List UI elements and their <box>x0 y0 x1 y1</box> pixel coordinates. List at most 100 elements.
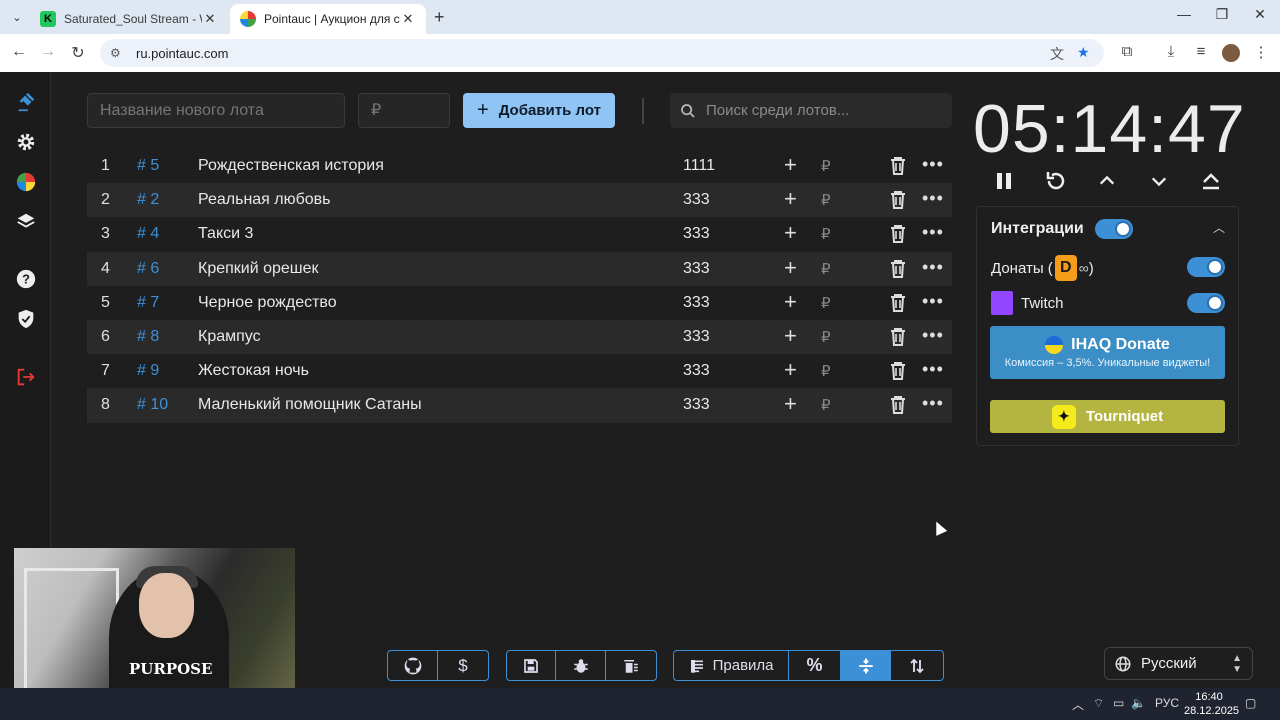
media-icon[interactable]: ≡ <box>1190 43 1212 60</box>
lot-row[interactable]: 6 # 8 Крампус 333 + ₽ ••• <box>87 319 952 355</box>
tourniquet-button[interactable]: ✦ Tourniquet <box>990 400 1225 433</box>
add-amount-icon[interactable]: + <box>784 323 797 349</box>
profile-avatar[interactable] <box>1222 44 1240 62</box>
close-tab-icon[interactable]: ✕ <box>400 11 416 27</box>
sidebar-auction-icon[interactable] <box>12 88 40 116</box>
lot-id-link[interactable]: # 2 <box>137 191 159 209</box>
lot-id-link[interactable]: # 7 <box>137 294 159 312</box>
pause-button[interactable] <box>989 168 1019 194</box>
lot-name[interactable]: Маленький помощник Сатаны <box>198 396 422 414</box>
lot-name[interactable]: Такси 3 <box>198 225 253 243</box>
wifi-icon[interactable]: ⌔ <box>1093 696 1104 711</box>
save-button[interactable] <box>507 651 557 680</box>
new-tab-icon[interactable]: + <box>434 7 445 28</box>
add-amount-icon[interactable]: + <box>784 289 797 315</box>
lot-id-link[interactable]: # 9 <box>137 362 159 380</box>
sidebar-privacy-icon[interactable] <box>12 305 40 333</box>
add-amount-icon[interactable]: + <box>784 357 797 383</box>
delete-lot-button[interactable] <box>890 327 906 351</box>
more-options-icon[interactable]: ••• <box>922 325 944 346</box>
bug-report-button[interactable] <box>556 651 606 680</box>
timer-decrease-button[interactable] <box>1144 168 1174 194</box>
lot-id-link[interactable]: # 8 <box>137 328 159 346</box>
sidebar-help-icon[interactable]: ? <box>12 265 40 293</box>
back-icon[interactable]: ← <box>8 43 30 61</box>
more-options-icon[interactable]: ••• <box>922 257 944 278</box>
lot-row[interactable]: 7 # 9 Жестокая ночь 333 + ₽ ••• <box>87 354 952 388</box>
more-options-icon[interactable]: ••• <box>922 188 944 209</box>
menu-kebab-icon[interactable]: ⋮ <box>1250 43 1272 61</box>
lot-name[interactable]: Крампус <box>198 328 261 346</box>
more-options-icon[interactable]: ••• <box>922 154 944 175</box>
clear-all-button[interactable] <box>606 651 656 680</box>
tab-search-icon[interactable]: ⌄ <box>8 8 26 26</box>
more-options-icon[interactable]: ••• <box>922 359 944 380</box>
lot-name[interactable]: Жестокая ночь <box>198 362 309 380</box>
bookmark-star-icon[interactable]: ★ <box>1077 44 1090 61</box>
battery-icon[interactable]: ▭ <box>1113 696 1124 710</box>
lot-row[interactable]: 2 # 2 Реальная любовь 333 + ₽ ••• <box>87 183 952 218</box>
collapse-chevron-icon[interactable]: ︿ <box>1213 219 1225 236</box>
lot-search-input[interactable]: Поиск среди лотов... <box>670 93 952 128</box>
tab-pointauc[interactable]: Pointauc | Аукцион для стримеров ✕ <box>230 4 426 34</box>
lot-row[interactable]: 1 # 5 Рождественская история 1111 + ₽ ••• <box>87 149 952 183</box>
add-amount-icon[interactable]: + <box>784 152 797 178</box>
lot-id-link[interactable]: # 6 <box>137 260 159 278</box>
lot-row[interactable]: 3 # 4 Такси 3 333 + ₽ ••• <box>87 217 952 251</box>
minimize-icon[interactable]: — <box>1164 6 1204 22</box>
tab-twitch-stream[interactable]: K Saturated_Soul Stream - Watch ✕ <box>30 4 228 34</box>
delete-lot-button[interactable] <box>890 396 906 419</box>
delete-lot-button[interactable] <box>890 225 906 248</box>
language-select[interactable]: Русский ▲ ▼ <box>1104 647 1253 680</box>
percent-button[interactable]: % <box>789 651 841 680</box>
add-amount-icon[interactable]: + <box>784 220 797 246</box>
timer-double-up-button[interactable] <box>1196 168 1226 194</box>
delete-lot-button[interactable] <box>890 259 906 283</box>
input-language[interactable]: РУС <box>1155 696 1179 710</box>
taskbar-clock[interactable]: 16:40 28.12.2025 <box>1184 690 1239 718</box>
ihaq-donate-button[interactable]: IHAQ Donate Комиссия – 3,5%. Уникальные … <box>990 326 1225 379</box>
site-info-icon[interactable]: ⚙ <box>110 46 126 60</box>
sidebar-wheel-icon[interactable] <box>12 168 40 196</box>
add-amount-icon[interactable]: + <box>784 391 797 417</box>
delete-lot-button[interactable] <box>890 362 906 385</box>
delete-lot-button[interactable] <box>890 293 906 317</box>
sidebar-settings-icon[interactable] <box>12 128 40 156</box>
compact-view-button[interactable] <box>840 651 892 680</box>
integrations-toggle[interactable] <box>1095 219 1133 239</box>
close-tab-icon[interactable]: ✕ <box>202 11 218 27</box>
volume-icon[interactable]: 🔈 <box>1131 696 1146 710</box>
add-amount-icon[interactable]: + <box>784 255 797 281</box>
lot-name[interactable]: Рождественская история <box>198 157 384 175</box>
rules-button[interactable]: Правила <box>674 651 790 680</box>
extensions-icon[interactable]: ⧉ <box>1116 43 1138 60</box>
donate-button[interactable]: $ <box>438 651 488 680</box>
lot-name[interactable]: Черное рождество <box>198 294 337 312</box>
sidebar-layers-icon[interactable] <box>12 208 40 236</box>
tray-expand-icon[interactable]: ︿ <box>1072 696 1084 713</box>
lot-name[interactable]: Крепкий орешек <box>198 260 319 278</box>
add-amount-icon[interactable]: + <box>784 186 797 212</box>
notifications-icon[interactable]: ▢ <box>1245 696 1256 710</box>
github-button[interactable] <box>388 651 439 680</box>
delete-lot-button[interactable] <box>890 157 906 180</box>
translate-icon[interactable]: 文 <box>1050 44 1064 64</box>
maximize-icon[interactable]: ❐ <box>1202 6 1242 23</box>
add-lot-button[interactable]: + Добавить лот <box>463 93 615 128</box>
lot-row[interactable]: 8 # 10 Маленький помощник Сатаны 333 + ₽ ••• <box>87 388 952 423</box>
lot-price-input[interactable] <box>358 93 450 128</box>
sort-button[interactable] <box>891 651 943 680</box>
close-window-icon[interactable]: ✕ <box>1240 6 1280 23</box>
donations-toggle[interactable] <box>1187 257 1225 277</box>
lot-name-input[interactable] <box>87 93 345 128</box>
more-options-icon[interactable]: ••• <box>922 291 944 312</box>
lot-id-link[interactable]: # 5 <box>137 157 159 175</box>
lot-id-link[interactable]: # 10 <box>137 396 168 414</box>
reset-timer-button[interactable] <box>1041 168 1071 194</box>
lot-row[interactable]: 4 # 6 Крепкий орешек 333 + ₽ ••• <box>87 251 952 286</box>
twitch-toggle[interactable] <box>1187 293 1225 313</box>
download-icon[interactable]: ⤓ <box>1160 43 1182 60</box>
lot-id-link[interactable]: # 4 <box>137 225 159 243</box>
lot-row[interactable]: 5 # 7 Черное рождество 333 + ₽ ••• <box>87 286 952 320</box>
reload-icon[interactable]: ↻ <box>67 43 89 63</box>
